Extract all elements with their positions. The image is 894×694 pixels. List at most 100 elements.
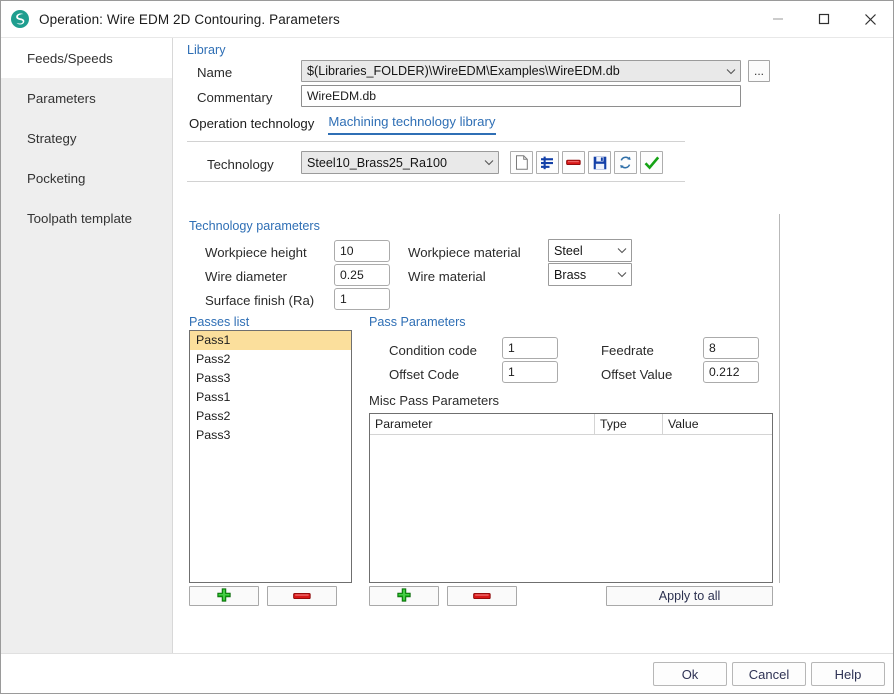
technology-divider — [187, 181, 685, 182]
sidebar-item-feeds-speeds[interactable]: Feeds/Speeds — [1, 38, 172, 78]
offset-value-label: Offset Value — [601, 367, 672, 382]
offset-code-input[interactable]: 1 — [502, 361, 558, 383]
wire-material-label: Wire material — [408, 269, 486, 284]
column-header-parameter[interactable]: Parameter — [370, 414, 595, 434]
sidebar-item-strategy[interactable]: Strategy — [1, 118, 172, 158]
offset-code-label: Offset Code — [389, 367, 459, 382]
library-name-combobox[interactable]: $(Libraries_FOLDER)\WireEDM\Examples\Wir… — [301, 60, 741, 82]
feedrate-input[interactable]: 8 — [703, 337, 759, 359]
green-plus-icon — [397, 588, 411, 605]
window-title: Operation: Wire EDM 2D Contouring. Param… — [39, 12, 340, 27]
dialog-body: Feeds/Speeds Parameters Strategy Pocketi… — [1, 38, 893, 653]
passes-list-group-label: Passes list — [189, 315, 249, 329]
maximize-icon[interactable] — [801, 1, 847, 37]
cancel-button[interactable]: Cancel — [732, 662, 806, 686]
dialog-window: Operation: Wire EDM 2D Contouring. Param… — [0, 0, 894, 694]
tab-operation-technology[interactable]: Operation technology — [189, 116, 314, 135]
list-item[interactable]: Pass1 — [190, 388, 351, 407]
offset-code-value: 1 — [508, 365, 515, 379]
workpiece-material-label: Workpiece material — [408, 245, 521, 260]
ok-button[interactable]: Ok — [653, 662, 727, 686]
misc-pass-parameters-table[interactable]: Parameter Type Value — [369, 413, 773, 583]
delete-technology-button[interactable] — [562, 151, 585, 174]
add-misc-parameter-button[interactable] — [369, 586, 439, 606]
technology-label: Technology — [207, 157, 274, 172]
remove-pass-button[interactable] — [267, 586, 337, 606]
green-plus-icon — [217, 588, 231, 605]
refresh-arrows-icon — [618, 155, 633, 170]
new-technology-button[interactable] — [510, 151, 533, 174]
apply-technology-button[interactable] — [640, 151, 663, 174]
right-separator — [779, 214, 780, 583]
browse-library-button[interactable]: ... — [748, 60, 770, 82]
title-bar: Operation: Wire EDM 2D Contouring. Param… — [1, 1, 893, 38]
sidebar-item-label: Pocketing — [27, 171, 85, 186]
sidebar-item-label: Parameters — [27, 91, 96, 106]
tabs-divider — [187, 141, 685, 142]
sidebar-item-toolpath-template[interactable]: Toolpath template — [1, 198, 172, 238]
list-item[interactable]: Pass3 — [190, 426, 351, 445]
condition-code-input[interactable]: 1 — [502, 337, 558, 359]
sidebar-item-label: Toolpath template — [27, 211, 132, 226]
library-name-value: $(Libraries_FOLDER)\WireEDM\Examples\Wir… — [307, 64, 722, 78]
sidebar-item-parameters[interactable]: Parameters — [1, 78, 172, 118]
list-item[interactable]: Pass2 — [190, 350, 351, 369]
remove-misc-parameter-button[interactable] — [447, 586, 517, 606]
content-panel: Library Name $(Libraries_FOLDER)\WireEDM… — [173, 38, 893, 653]
commentary-value: WireEDM.db — [307, 89, 376, 103]
refresh-technology-button[interactable] — [614, 151, 637, 174]
tab-machining-technology-library[interactable]: Machining technology library — [328, 114, 495, 135]
technology-value: Steel10_Brass25_Ra100 — [307, 156, 480, 170]
rename-technology-button[interactable] — [536, 151, 559, 174]
list-item[interactable]: Pass2 — [190, 407, 351, 426]
condition-code-value: 1 — [508, 341, 515, 355]
red-minus-icon — [293, 589, 311, 603]
workpiece-height-input[interactable]: 10 — [334, 240, 390, 262]
technology-tabs: Operation technology Machining technolog… — [189, 114, 510, 135]
sidebar-item-label: Feeds/Speeds — [27, 51, 113, 66]
list-item[interactable]: Pass1 — [190, 331, 351, 350]
chevron-down-icon — [480, 159, 498, 166]
new-document-icon — [515, 155, 529, 170]
chevron-down-icon — [722, 68, 740, 75]
rename-lines-icon — [540, 156, 555, 170]
dialog-footer: Ok Cancel Help — [1, 653, 893, 693]
workpiece-material-value: Steel — [554, 244, 613, 258]
passes-listbox[interactable]: Pass1 Pass2 Pass3 Pass1 Pass2 Pass3 — [189, 330, 352, 583]
feedrate-label: Feedrate — [601, 343, 654, 358]
commentary-input[interactable]: WireEDM.db — [301, 85, 741, 107]
technology-parameters-group-label: Technology parameters — [189, 219, 320, 233]
wire-material-value: Brass — [554, 268, 613, 282]
column-header-type[interactable]: Type — [595, 414, 663, 434]
workpiece-material-combobox[interactable]: Steel — [548, 239, 632, 262]
apply-to-all-button[interactable]: Apply to all — [606, 586, 773, 606]
chevron-down-icon — [613, 247, 631, 254]
commentary-label: Commentary — [197, 90, 272, 105]
misc-pass-parameters-label: Misc Pass Parameters — [369, 393, 499, 408]
workpiece-height-label: Workpiece height — [205, 245, 307, 260]
spiral-s-logo-icon — [10, 9, 30, 29]
pass-parameters-group-label: Pass Parameters — [369, 315, 466, 329]
list-item[interactable]: Pass3 — [190, 369, 351, 388]
column-header-value[interactable]: Value — [663, 414, 772, 434]
offset-value-input[interactable]: 0.212 — [703, 361, 759, 383]
help-button[interactable]: Help — [811, 662, 885, 686]
sidebar-item-pocketing[interactable]: Pocketing — [1, 158, 172, 198]
minimize-icon[interactable] — [755, 1, 801, 37]
table-header-row: Parameter Type Value — [370, 414, 772, 435]
close-icon[interactable] — [847, 1, 893, 37]
save-technology-button[interactable] — [588, 151, 611, 174]
wire-material-combobox[interactable]: Brass — [548, 263, 632, 286]
green-check-icon — [644, 156, 660, 170]
technology-combobox[interactable]: Steel10_Brass25_Ra100 — [301, 151, 499, 174]
add-pass-button[interactable] — [189, 586, 259, 606]
name-label: Name — [197, 65, 232, 80]
red-minus-icon — [566, 159, 581, 166]
condition-code-label: Condition code — [389, 343, 477, 358]
workpiece-height-value: 10 — [340, 244, 354, 258]
sidebar: Feeds/Speeds Parameters Strategy Pocketi… — [1, 38, 173, 653]
surface-finish-input[interactable]: 1 — [334, 288, 390, 310]
surface-finish-value: 1 — [340, 292, 347, 306]
wire-diameter-input[interactable]: 0.25 — [334, 264, 390, 286]
library-group-label: Library — [187, 43, 226, 57]
